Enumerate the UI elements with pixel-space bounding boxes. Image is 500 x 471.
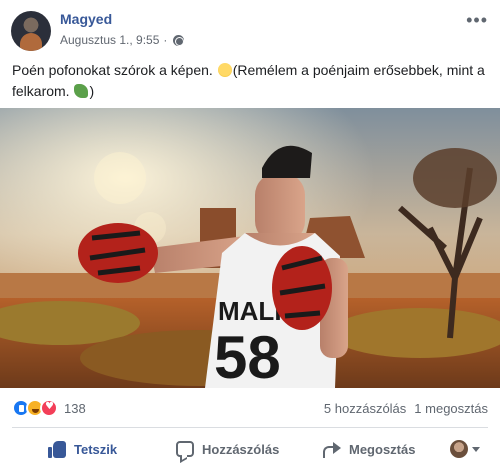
- shares-count-link[interactable]: 1 megosztás: [414, 401, 488, 416]
- share-button[interactable]: Megosztás: [323, 432, 415, 466]
- singlet-number: 58: [214, 324, 281, 388]
- reaction-count[interactable]: 138: [64, 401, 86, 416]
- identity-selector[interactable]: [450, 440, 480, 458]
- reactions-summary[interactable]: 138: [12, 399, 86, 417]
- like-button[interactable]: Tetszik: [48, 432, 117, 466]
- more-options-button[interactable]: •••: [466, 10, 488, 31]
- like-button-label: Tetszik: [74, 441, 118, 457]
- love-reaction-icon: [40, 399, 58, 417]
- post-header: Magyed Augusztus 1., 9:55 · •••: [0, 0, 500, 56]
- post-text-part1: Poén pofonokat szórok a képen.: [12, 62, 213, 78]
- author-name[interactable]: Magyed: [60, 11, 112, 27]
- boxer-photo-illustration: MALIE 58: [0, 108, 500, 388]
- globe-icon[interactable]: [173, 34, 185, 46]
- share-icon: [323, 441, 341, 458]
- engagement-counts: 5 hozzászólás 1 megosztás: [324, 401, 488, 416]
- divider: [12, 427, 488, 428]
- identity-avatar: [450, 440, 468, 458]
- comments-count-link[interactable]: 5 hozzászólás: [324, 401, 406, 416]
- post-timestamp[interactable]: Augusztus 1., 9:55: [60, 33, 159, 47]
- post-meta: Augusztus 1., 9:55 ·: [60, 33, 185, 47]
- post-text: Poén pofonokat szórok a képen. (Remélem …: [12, 60, 490, 102]
- thumbs-up-icon: [48, 440, 66, 458]
- author-avatar[interactable]: [11, 11, 51, 51]
- post-text-part3: ): [89, 83, 95, 99]
- comment-icon: [176, 441, 194, 457]
- post-photo[interactable]: MALIE 58: [0, 108, 500, 388]
- flexed-biceps-emoji-icon: [74, 84, 89, 98]
- smirk-emoji-icon: [217, 63, 232, 77]
- share-button-label: Megosztás: [349, 441, 416, 457]
- comment-button[interactable]: Hozzászólás: [176, 432, 279, 466]
- chevron-down-icon: [472, 446, 480, 452]
- action-bar: Tetszik Hozzászólás Megosztás: [0, 432, 500, 466]
- comment-button-label: Hozzászólás: [202, 441, 280, 457]
